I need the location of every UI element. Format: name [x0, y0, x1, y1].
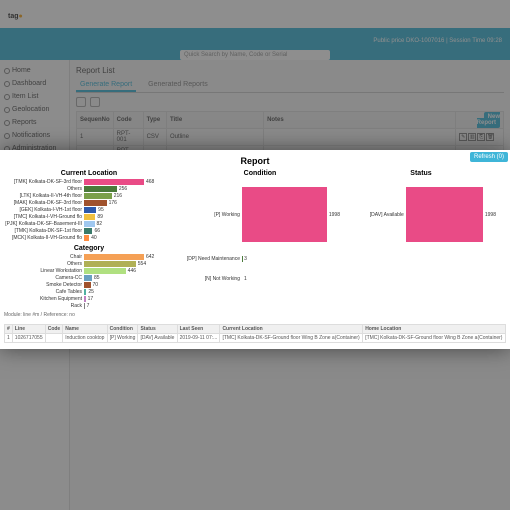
- chart-condition-title: Condition: [180, 170, 340, 177]
- bar-row: [LTK] Kolkata-II-VH-4th floor216: [4, 193, 174, 199]
- col-header[interactable]: #: [5, 325, 13, 334]
- bar-row: Chair642: [4, 254, 174, 260]
- bar-row: [DAV] Available1998: [346, 187, 496, 242]
- bar-row: [TMK] Kolkata-DK-SF-1st floor66: [4, 228, 174, 234]
- chart-location: [TMK] Kolkata-DK-SF-3rd floor468Others25…: [4, 179, 174, 241]
- chart-condition: [P] Working1998 [DP] Need Maintenance3 [N]…: [180, 179, 340, 296]
- col-header[interactable]: Condition: [107, 325, 138, 334]
- col-header[interactable]: Line: [12, 325, 45, 334]
- refresh-button[interactable]: Refresh (0): [470, 152, 508, 162]
- bar-row: [TMK] Kolkata-DK-SF-3rd floor468: [4, 179, 174, 185]
- bar-row: [GEK] Kolkata-I-VH-1st floor95: [4, 207, 174, 213]
- col-header[interactable]: Name: [63, 325, 107, 334]
- bar-row: Smoke Detector70: [4, 282, 174, 288]
- chart-status-title: Status: [346, 170, 496, 177]
- table-row[interactable]: 11026717055Induction cooktop[P] Working[…: [5, 334, 506, 343]
- modal-data-table: #LineCodeNameConditionStatusLast SeenCur…: [4, 324, 506, 343]
- chart-category: Chair642Others554Linear Workstation446Ca…: [4, 254, 174, 309]
- chart-location-title: Current Location: [4, 170, 174, 177]
- chart-category-title: Category: [4, 245, 174, 252]
- bar-row: Others554: [4, 261, 174, 267]
- bar-row: Camera-CC85: [4, 275, 174, 281]
- col-header[interactable]: Current Location: [220, 325, 363, 334]
- bar-row: Cafe Tables25: [4, 289, 174, 295]
- bar-row: [DP] Need Maintenance3: [180, 256, 340, 262]
- bar-row: [MCK] Kolkata-II-VH-Ground flo40: [4, 235, 174, 241]
- bar-row: [TMC] Kolkata-I-VH-Ground flo89: [4, 214, 174, 220]
- bar-row: Rack7: [4, 303, 174, 309]
- col-header[interactable]: Last Seen: [177, 325, 220, 334]
- bar-row: Others256: [4, 186, 174, 192]
- bar-row: [P] Working1998: [180, 187, 340, 242]
- col-header[interactable]: Home Location: [363, 325, 506, 334]
- col-header[interactable]: Status: [138, 325, 177, 334]
- report-modal: Refresh (0) Report Current Location [TMK…: [0, 150, 510, 349]
- bar-row: Linear Workstation446: [4, 268, 174, 274]
- bar-row: [PJK] Kolkata-DK-SF-Basement-III82: [4, 221, 174, 227]
- bar-row: Kitchen Equipment17: [4, 296, 174, 302]
- chart-status: [DAV] Available1998: [346, 179, 496, 256]
- col-header[interactable]: Code: [45, 325, 63, 334]
- bar-row: [MAK] Kolkata-DK-SF-3rd floor176: [4, 200, 174, 206]
- modal-title: Report: [4, 156, 506, 166]
- bar-row: [N] Not Working1: [180, 276, 340, 282]
- modal-footnote: Module: line #m / Reference: no: [4, 312, 506, 318]
